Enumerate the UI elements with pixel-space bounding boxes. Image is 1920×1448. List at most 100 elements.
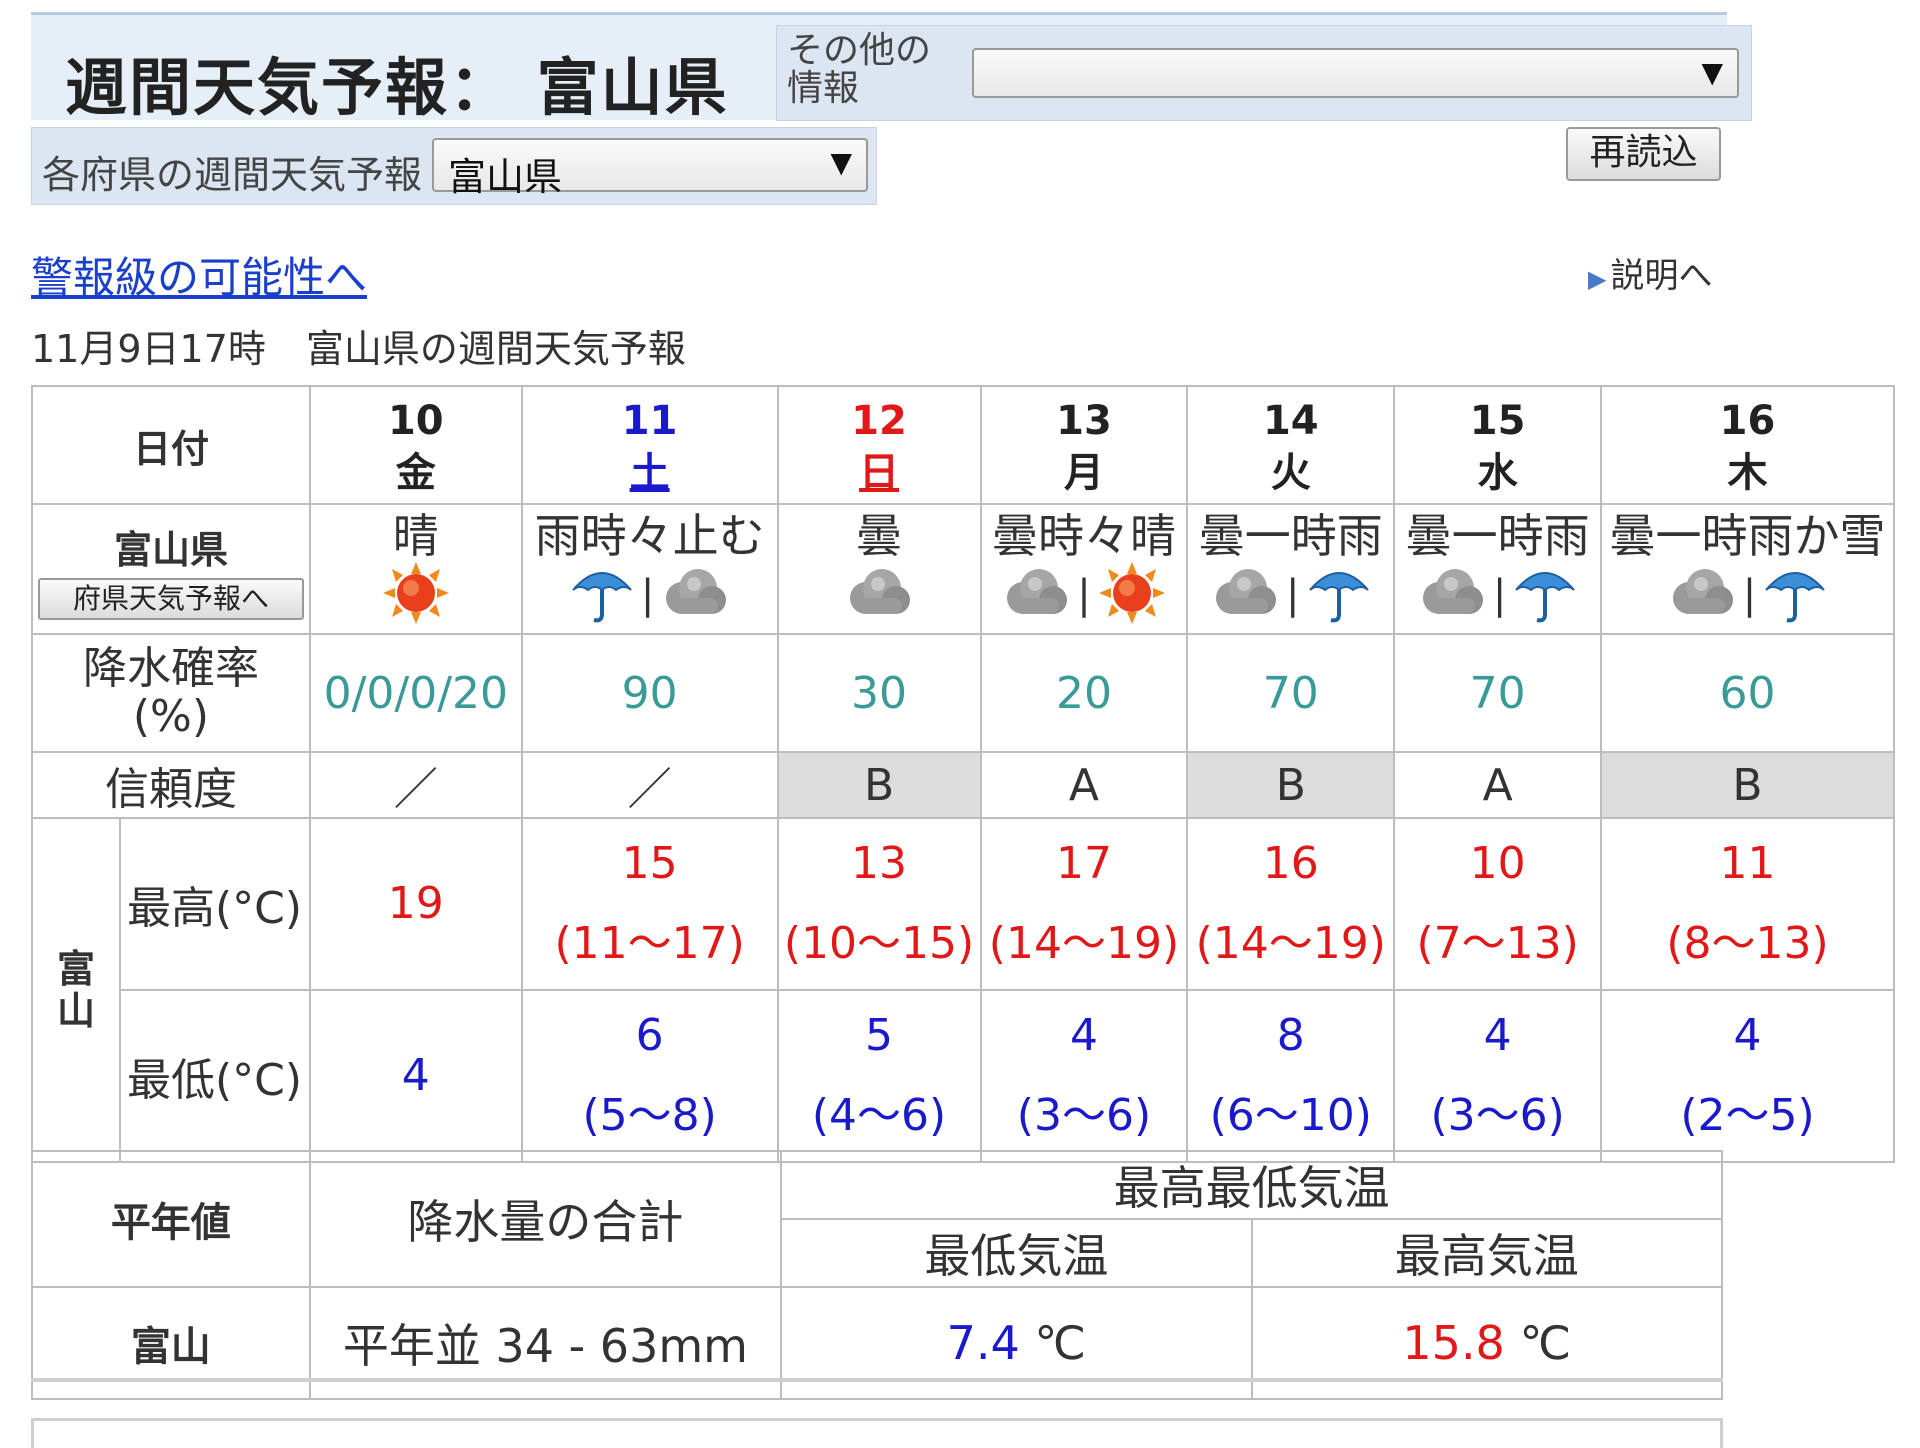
day-of-week: 水	[1477, 450, 1518, 496]
max-temp-normal-value: 15.8	[1402, 1316, 1505, 1370]
umbrella-icon	[569, 560, 635, 630]
arrow-right-icon: ▶	[1588, 265, 1607, 293]
max-temp-row: 富山 最高(°C) 19 15 (11～17) 13 (10～15) 17 (14～1…	[31, 817, 1895, 1163]
date-header: 日付	[31, 385, 311, 505]
day-of-week: 木	[1727, 450, 1768, 496]
precip-header: 降水量の合計	[308, 1150, 783, 1288]
min-temp-value: 4	[401, 1050, 430, 1101]
day-header: 16 木	[1600, 385, 1895, 505]
cloud-icon	[1667, 560, 1737, 630]
weather-text: 曇一時雨か雪	[1609, 509, 1886, 563]
max-temp-header: 最高気温	[1250, 1218, 1724, 1288]
prefecture-selector-label: 各府県の週間天気予報	[42, 153, 423, 197]
min-temp-value: 5	[865, 1010, 894, 1061]
umbrella-icon	[1512, 560, 1578, 630]
other-info-label: その他の情報	[787, 30, 932, 109]
weather-text: 曇一時雨	[1405, 509, 1590, 563]
pop-label: 降水確率	[82, 643, 259, 694]
day-header: 14 火	[1186, 385, 1396, 505]
normals-value-row: 富山 平年並 34 - 63mm 7.4 ℃ 15.8 ℃	[31, 1286, 1724, 1400]
station-label: 富山	[56, 947, 95, 1033]
chevron-down-icon: ▼	[1701, 56, 1723, 89]
prefecture-selector-box: 各府県の週間天気予報 富山県 ▼	[31, 127, 877, 205]
weather-separator: |	[1742, 572, 1757, 618]
weather-separator: |	[1492, 572, 1507, 618]
weather-text: 曇	[856, 509, 903, 563]
pref-forecast-button[interactable]: 府県天気予報へ	[37, 577, 304, 620]
weather-cell: 曇一時雨 |	[1393, 503, 1603, 635]
weather-cell: 曇	[776, 503, 982, 635]
min-temp-cell: 5 (4～6)	[776, 989, 982, 1163]
pop-value: 70	[1393, 633, 1603, 753]
other-info-select[interactable]: ▼	[972, 48, 1739, 98]
min-temp-range: (2～5)	[1680, 1090, 1815, 1141]
pop-value: 30	[776, 633, 982, 753]
weather-row: 富山県 府県天気予報へ 晴 雨時々止む | 曇 曇時々晴 | 曇一時雨 | 曇一時雨 |…	[31, 503, 1895, 635]
day-of-week: 月	[1063, 450, 1104, 496]
warning-possibility-link[interactable]: 警報級の可能性へ	[31, 244, 367, 305]
reliability-row: 信頼度 ／ ／ B A B A B	[31, 751, 1895, 819]
umbrella-icon	[1762, 560, 1828, 630]
weather-text: 曇時々晴	[991, 509, 1176, 563]
reliability-value: A	[979, 751, 1189, 819]
date-row: 日付 10 金 11 土 12 日 13 月 14 火 15 水 16 木	[31, 385, 1895, 505]
prefecture-select-value: 富山県	[448, 155, 563, 199]
weather-cell: 曇時々晴 |	[979, 503, 1189, 635]
min-temp-range: (4～6)	[811, 1090, 947, 1141]
max-temp-label: 最高(°C)	[118, 817, 311, 991]
issued-text: 富山県の週間天気予報	[305, 327, 686, 371]
reliability-value: B	[1186, 751, 1396, 819]
day-header: 10 金	[308, 385, 523, 505]
reliability-value: ／	[308, 751, 523, 819]
other-info-box: その他の情報 ▼	[776, 25, 1752, 121]
max-temp-cell: 10 (7～13)	[1393, 817, 1603, 991]
max-temp-range: (8～13)	[1666, 918, 1829, 969]
min-temp-value: 6	[635, 1010, 664, 1061]
min-temp-range: (3～6)	[1016, 1090, 1152, 1141]
pop-label-cell: 降水確率 (%)	[31, 633, 311, 753]
reliability-label: 信頼度	[31, 751, 311, 819]
min-temp-cell: 8 (6～10)	[1186, 989, 1396, 1163]
sun-icon	[1097, 560, 1167, 630]
max-temp-value: 13	[851, 838, 908, 889]
cloud-icon	[660, 560, 730, 630]
weather-separator: |	[1077, 572, 1091, 618]
max-temp-value: 15	[621, 838, 678, 889]
weather-text: 雨時々止む	[534, 509, 765, 563]
cloud-icon	[1210, 560, 1280, 630]
day-date: 14	[1262, 398, 1319, 444]
day-header: 13 月	[979, 385, 1189, 505]
max-temp-cell: 17 (14～19)	[979, 817, 1189, 991]
day-header: 11 土	[520, 385, 779, 505]
day-date: 11	[621, 398, 678, 444]
normals-header: 平年値	[31, 1150, 311, 1288]
normals-header-row: 平年値 降水量の合計 最高最低気温	[31, 1150, 1723, 1288]
region-label: 富山県	[113, 527, 228, 572]
min-temp-row: 最低(°C) 4 6 (5～8) 5 (4～6) 4 (3～6) 8 (6～10) 4 (…	[32, 989, 1895, 1163]
max-temp-value: 19	[387, 878, 444, 929]
weather-separator: |	[640, 572, 655, 618]
issued-time: 11月9日17時	[31, 327, 266, 371]
max-temp-value: 17	[1055, 838, 1112, 889]
normals-station: 富山	[31, 1286, 311, 1400]
page-title: 週間天気予報： 富山県	[65, 51, 729, 124]
weekly-forecast-table: 日付 10 金 11 土 12 日 13 月 14 火 15 水 16 木 富山県 府県天気予…	[31, 385, 1895, 1163]
max-temp-cell: 15 (11～17)	[520, 817, 779, 991]
reload-button[interactable]: 再読込	[1566, 127, 1721, 181]
day-of-week: 日	[859, 450, 900, 496]
pop-unit: (%)	[132, 691, 210, 742]
max-temp-range: (14～19)	[988, 918, 1180, 969]
max-temp-value: 16	[1262, 838, 1319, 889]
day-date: 16	[1719, 398, 1776, 444]
prefecture-select[interactable]: 富山県 ▼	[432, 138, 868, 199]
min-temp-value: 4	[1069, 1010, 1098, 1061]
explain-link[interactable]: ▶ 説明へ	[1588, 248, 1712, 297]
min-temp-cell: 6 (5～8)	[520, 989, 779, 1163]
pop-value: 0/0/0/20	[308, 633, 523, 753]
umbrella-icon	[1306, 560, 1372, 630]
weather-cell: 曇一時雨 |	[1186, 503, 1396, 635]
region-cell: 富山県 府県天気予報へ	[31, 503, 311, 635]
day-of-week: 火	[1270, 450, 1311, 496]
max-temp-cell: 19	[308, 817, 523, 991]
min-temp-range: (3～6)	[1430, 1090, 1565, 1141]
